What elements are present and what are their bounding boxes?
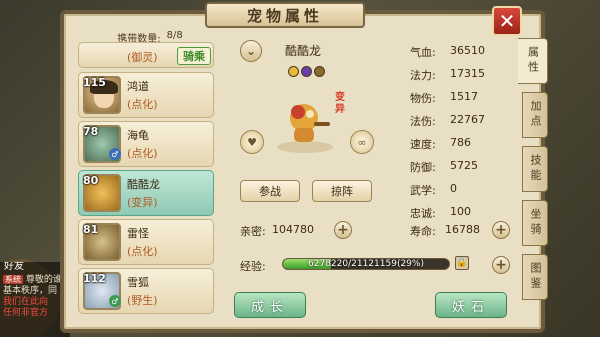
- stat-value-loyalty: 100: [450, 205, 471, 218]
- stat-label-phys: 物伤:: [410, 92, 436, 105]
- pet-name: 雷怪: [127, 227, 149, 240]
- pet-level: 115: [83, 76, 106, 89]
- friend-label: 好友: [4, 262, 24, 272]
- gender-icon: ♂: [109, 295, 121, 307]
- stat-value-mp: 17315: [450, 67, 485, 80]
- chevron-down-icon: ⌄: [245, 44, 257, 58]
- tab-add-points[interactable]: 加点: [522, 92, 548, 138]
- gender-icon: ♂: [109, 148, 121, 160]
- stat-label-hp: 气血:: [410, 46, 436, 59]
- exp-plus-button[interactable]: +: [492, 256, 510, 274]
- skill-gem-icon: [301, 66, 312, 77]
- stat-label-magic: 法伤:: [410, 115, 436, 128]
- stat-value-phys: 1517: [450, 90, 478, 103]
- exp-label: 经验:: [240, 260, 266, 273]
- pet-figure: [277, 104, 333, 153]
- skill-gem-icon: [314, 66, 325, 77]
- stat-value-magic: 22767: [450, 113, 485, 126]
- ride-tag: 骑乘: [177, 47, 211, 65]
- life-icon[interactable]: ♥: [240, 130, 264, 154]
- chat-line-2: 基本秩序，同: [3, 286, 58, 296]
- tab-codex[interactable]: 图鉴: [522, 254, 548, 300]
- tab-attributes[interactable]: 属性: [518, 38, 548, 84]
- stat-value-speed: 786: [450, 136, 471, 149]
- intimacy-label: 亲密:: [240, 225, 266, 238]
- stat-value-martial: 0: [450, 182, 457, 195]
- close-icon: ✕: [498, 9, 516, 33]
- close-button[interactable]: ✕: [492, 6, 522, 36]
- plus-icon: +: [495, 222, 507, 238]
- skill-gem-icon: [288, 66, 299, 77]
- panel-title: 宠物属性: [205, 2, 365, 28]
- fight-button[interactable]: 参战: [240, 180, 300, 202]
- pet-type: (点化): [127, 147, 158, 160]
- pet-type: (点化): [127, 245, 158, 258]
- tab-mount[interactable]: 坐骑: [522, 200, 548, 246]
- stat-label-mp: 法力:: [410, 69, 436, 82]
- grow-button[interactable]: 成长: [234, 292, 306, 318]
- chat-line-3: 我们在此向: [3, 297, 49, 307]
- pet-level: 78: [83, 125, 99, 138]
- formation-button[interactable]: 掠阵: [312, 180, 372, 202]
- lifespan-label: 寿命:: [410, 225, 436, 238]
- pet-list-item-2[interactable]: 115 鸿道 (点化): [78, 72, 214, 118]
- tab-skills[interactable]: 技能: [522, 146, 548, 192]
- pet-name: 雪狐: [127, 276, 149, 289]
- intimacy-plus-button[interactable]: +: [334, 221, 352, 239]
- lifespan-value: 16788: [445, 223, 480, 236]
- pet-list-item-3[interactable]: 78 ♂ 海龟 (点化): [78, 121, 214, 167]
- lock-icon[interactable]: 🔒: [455, 256, 469, 270]
- stat-label-defense: 防御:: [410, 161, 436, 174]
- infinity-icon[interactable]: ∞: [350, 130, 374, 154]
- pet-level: 80: [83, 174, 99, 187]
- expand-button[interactable]: ⌄: [240, 40, 262, 62]
- pet-type: (点化): [127, 98, 158, 111]
- pet-level: 81: [83, 223, 99, 236]
- pet-list-item-5[interactable]: 81 雷怪 (点化): [78, 219, 214, 265]
- stat-value-hp: 36510: [450, 44, 485, 57]
- pet-list-item-4[interactable]: 80 酷酷龙 (变异): [78, 170, 214, 216]
- pet-type: (野生): [127, 294, 158, 307]
- pet-name: 鸿道: [127, 80, 149, 93]
- lifespan-plus-button[interactable]: +: [492, 221, 510, 239]
- chat-line-1: 尊敬的谁: [25, 275, 62, 285]
- system-tag: 系统: [3, 275, 23, 284]
- pet-type: (御灵): [127, 51, 158, 64]
- pet-name: 酷酷龙: [127, 178, 160, 191]
- stat-value-defense: 5725: [450, 159, 478, 172]
- pet-title: 酷酷龙: [285, 44, 322, 58]
- plus-icon: +: [495, 257, 507, 273]
- pet-list-item-6[interactable]: 112 ♂ 雪狐 (野生): [78, 268, 214, 314]
- pet-list-item-1[interactable]: (御灵) 骑乘: [78, 42, 214, 68]
- stone-button[interactable]: 妖石: [435, 292, 507, 318]
- chat-line-4: 任何非官方: [3, 308, 49, 318]
- pet-type: (变异): [127, 196, 158, 209]
- pet-name: 海龟: [127, 129, 149, 142]
- stat-label-martial: 武学:: [410, 184, 436, 197]
- stat-label-loyalty: 忠诚:: [410, 207, 436, 220]
- exp-text: 6278220/21121159(29%): [308, 259, 424, 269]
- intimacy-value: 104780: [272, 223, 314, 236]
- pet-level: 112: [83, 272, 106, 285]
- plus-icon: +: [337, 222, 349, 238]
- stat-label-speed: 速度:: [410, 138, 436, 151]
